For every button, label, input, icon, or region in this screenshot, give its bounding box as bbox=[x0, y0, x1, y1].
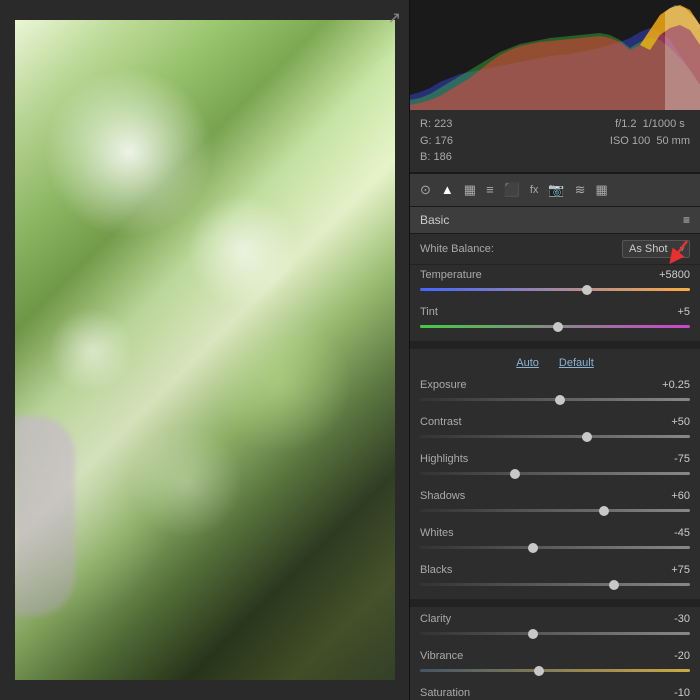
rgb-values: R: 223 G: 176 B: 186 bbox=[420, 116, 453, 166]
temperature-track[interactable] bbox=[420, 284, 690, 296]
exif-values: f/1.2 1/1000 s ISO 100 50 mm bbox=[610, 116, 690, 166]
photo-panel: ↗ bbox=[0, 0, 410, 700]
divider-2 bbox=[410, 599, 700, 607]
divider-1 bbox=[410, 341, 700, 349]
grid-icon[interactable]: ▦ bbox=[462, 180, 478, 200]
highlights-label: Highlights bbox=[420, 453, 468, 465]
iso: ISO 100 bbox=[610, 135, 650, 147]
histogram-icon[interactable]: ⊙ bbox=[418, 180, 433, 200]
tint-label: Tint bbox=[420, 306, 438, 318]
square-icon[interactable]: ⬛ bbox=[502, 180, 522, 200]
export-icon[interactable]: ↗ bbox=[388, 8, 401, 28]
g-label: G: bbox=[420, 135, 432, 147]
vibrance-value: -20 bbox=[674, 650, 690, 662]
contrast-track[interactable] bbox=[420, 431, 690, 443]
controls-scroll[interactable]: White Balance: As Shot Auto Daylight Clo… bbox=[410, 234, 700, 700]
exposure-label: Exposure bbox=[420, 379, 466, 391]
focal: 50 mm bbox=[656, 135, 690, 147]
saturation-label: Saturation bbox=[420, 687, 470, 699]
r-value: 223 bbox=[434, 118, 452, 130]
camera-icon[interactable]: 📷 bbox=[546, 180, 566, 200]
shadows-track[interactable] bbox=[420, 505, 690, 517]
blacks-label: Blacks bbox=[420, 564, 452, 576]
tint-track[interactable] bbox=[420, 321, 690, 333]
shadows-thumb[interactable] bbox=[599, 506, 609, 516]
clarity-label: Clarity bbox=[420, 613, 451, 625]
contrast-value: +50 bbox=[671, 416, 690, 428]
clarity-slider-row: Clarity -30 bbox=[410, 609, 700, 646]
b-label: B: bbox=[420, 151, 430, 163]
tint-slider-row: Tint +5 bbox=[410, 302, 700, 339]
right-panel: R: 223 G: 176 B: 186 f/1.2 1/1000 s ISO … bbox=[410, 0, 700, 700]
contrast-slider-row: Contrast +50 bbox=[410, 412, 700, 449]
blacks-value: +75 bbox=[671, 564, 690, 576]
whites-track[interactable] bbox=[420, 542, 690, 554]
vibrance-track[interactable] bbox=[420, 665, 690, 677]
contrast-label: Contrast bbox=[420, 416, 462, 428]
highlights-thumb[interactable] bbox=[510, 469, 520, 479]
whites-value: -45 bbox=[674, 527, 690, 539]
temperature-slider-row: Temperature +5800 bbox=[410, 265, 700, 302]
auto-button[interactable]: Auto bbox=[516, 357, 539, 369]
auto-default-row: Auto Default bbox=[410, 351, 700, 375]
highlights-value: -75 bbox=[674, 453, 690, 465]
panel-title: Basic bbox=[420, 213, 449, 227]
contrast-thumb[interactable] bbox=[582, 432, 592, 442]
sliders-icon[interactable]: ≋ bbox=[573, 180, 588, 200]
tint-value: +5 bbox=[677, 306, 690, 318]
highlights-slider-row: Highlights -75 bbox=[410, 449, 700, 486]
whites-label: Whites bbox=[420, 527, 454, 539]
panel-menu-icon[interactable]: ≡ bbox=[683, 213, 690, 227]
r-label: R: bbox=[420, 118, 431, 130]
exposure-value: +0.25 bbox=[662, 379, 690, 391]
blacks-track[interactable] bbox=[420, 579, 690, 591]
camera-info: R: 223 G: 176 B: 186 f/1.2 1/1000 s ISO … bbox=[410, 110, 700, 173]
exposure-thumb[interactable] bbox=[555, 395, 565, 405]
temperature-value: +5800 bbox=[659, 269, 690, 281]
clarity-value: -30 bbox=[674, 613, 690, 625]
wb-label: White Balance: bbox=[420, 243, 494, 255]
histogram bbox=[410, 0, 700, 110]
highlights-track[interactable] bbox=[420, 468, 690, 480]
crop-icon[interactable]: ▲ bbox=[439, 180, 456, 199]
toolbar: ⊙ ▲ ▦ ≡ ⬛ fx 📷 ≋ ▦ bbox=[410, 173, 700, 207]
shadows-slider-row: Shadows +60 bbox=[410, 486, 700, 523]
tint-thumb[interactable] bbox=[553, 322, 563, 332]
clarity-thumb[interactable] bbox=[528, 629, 538, 639]
b-value: 186 bbox=[433, 151, 451, 163]
default-button[interactable]: Default bbox=[559, 357, 594, 369]
saturation-value: -10 bbox=[674, 687, 690, 699]
blacks-slider-row: Blacks +75 bbox=[410, 560, 700, 597]
whites-slider-row: Whites -45 bbox=[410, 523, 700, 560]
arrow-annotation bbox=[632, 236, 692, 266]
whites-thumb[interactable] bbox=[528, 543, 538, 553]
shadows-value: +60 bbox=[671, 490, 690, 502]
fx-icon[interactable]: fx bbox=[528, 182, 541, 198]
lines-icon[interactable]: ≡ bbox=[484, 180, 496, 199]
shadows-label: Shadows bbox=[420, 490, 465, 502]
temperature-thumb[interactable] bbox=[582, 285, 592, 295]
g-value: 176 bbox=[435, 135, 453, 147]
clarity-track[interactable] bbox=[420, 628, 690, 640]
temperature-label: Temperature bbox=[420, 269, 482, 281]
vibrance-slider-row: Vibrance -20 bbox=[410, 646, 700, 683]
shutter: 1/1000 s bbox=[643, 118, 685, 130]
saturation-slider-row: Saturation -10 bbox=[410, 683, 700, 700]
vibrance-thumb[interactable] bbox=[534, 666, 544, 676]
exposure-slider-row: Exposure +0.25 bbox=[410, 375, 700, 412]
blacks-thumb[interactable] bbox=[609, 580, 619, 590]
vibrance-label: Vibrance bbox=[420, 650, 463, 662]
exposure-track[interactable] bbox=[420, 394, 690, 406]
grid2-icon[interactable]: ▦ bbox=[594, 180, 610, 200]
panel-header: Basic ≡ bbox=[410, 207, 700, 234]
aperture: f/1.2 bbox=[615, 118, 636, 130]
photo-image bbox=[15, 20, 395, 680]
